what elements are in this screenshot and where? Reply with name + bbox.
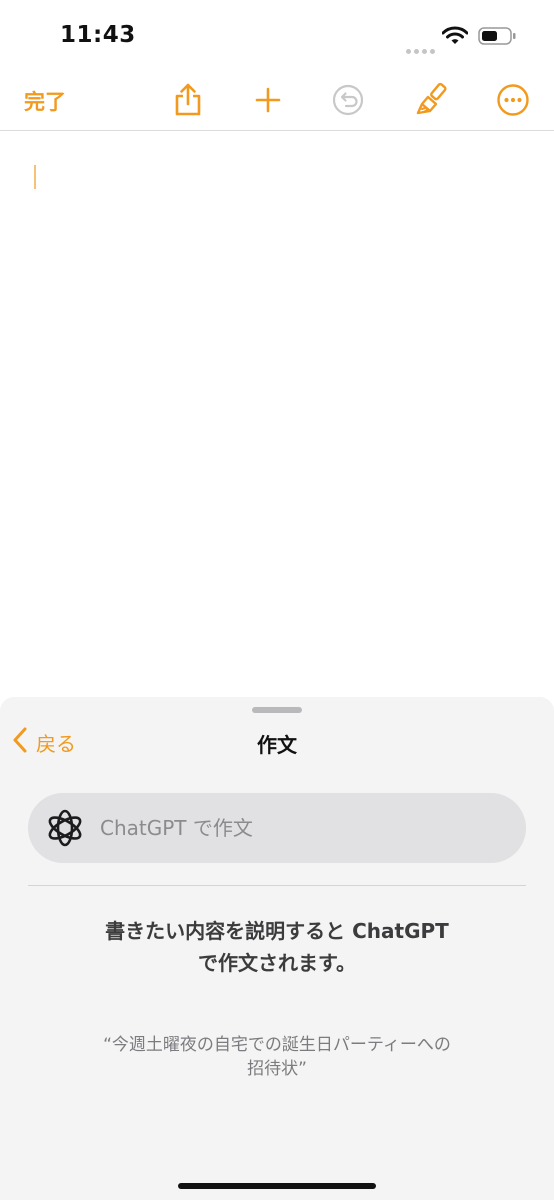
compose-description: 書きたい内容を説明すると ChatGPT で作文されます。 (40, 915, 514, 979)
description-line-2: で作文されます。 (198, 951, 356, 975)
note-editor[interactable] (0, 131, 554, 696)
sheet-grabber[interactable] (252, 707, 302, 713)
notes-toolbar: 完了 (0, 70, 554, 131)
text-cursor (34, 165, 36, 189)
sheet-title: 作文 (257, 733, 297, 757)
example-prompt: “今週土曜夜の自宅での誕生日パーティーへの 招待状” (40, 1033, 514, 1081)
chatgpt-logo-icon (48, 809, 82, 847)
description-line-1: 書きたい内容を説明すると ChatGPT (105, 919, 449, 943)
battery-icon (478, 26, 518, 50)
chatgpt-compose-input[interactable]: ChatGPT で作文 (28, 793, 526, 863)
divider (28, 885, 526, 886)
status-time: 11:43 (60, 22, 136, 48)
more-icon[interactable] (493, 80, 533, 120)
paintbrush-icon[interactable] (412, 80, 452, 120)
cellular-signal-icon (406, 39, 438, 58)
wifi-icon (441, 26, 469, 50)
compose-sheet: 戻る 作文 ChatGPT で作文 書きたい内容を説明すると ChatGPT で… (0, 697, 554, 1200)
done-button[interactable]: 完了 (24, 86, 66, 116)
undo-icon[interactable] (328, 80, 368, 120)
status-bar: 11:43 (0, 0, 554, 70)
example-line-1: “今週土曜夜の自宅での誕生日パーティーへの (103, 1035, 451, 1055)
compose-placeholder: ChatGPT で作文 (100, 816, 253, 840)
home-indicator (178, 1183, 376, 1189)
share-icon[interactable] (168, 80, 208, 120)
plus-icon[interactable] (248, 80, 288, 120)
example-line-2: 招待状” (247, 1059, 307, 1079)
